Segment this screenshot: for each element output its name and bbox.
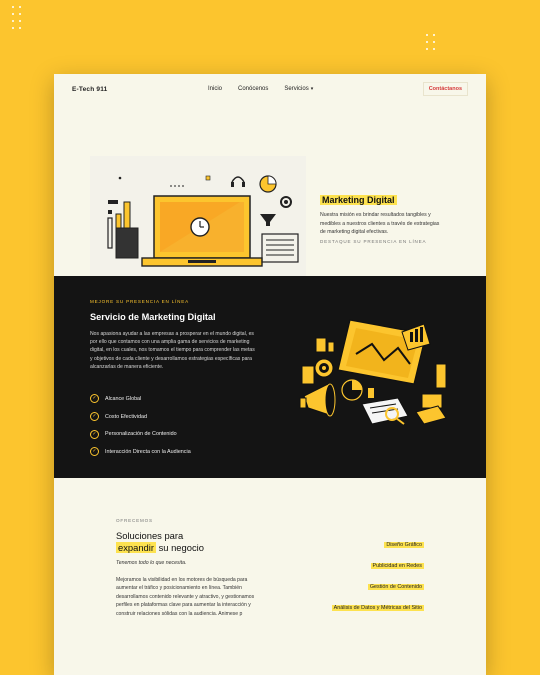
laptop-marketing-illustration: [90, 156, 306, 284]
marketing-isometric-illustration: [299, 319, 447, 425]
check-circle-icon: ✓: [90, 447, 99, 457]
hero-description: Nuestra misión es brindar resultados tan…: [320, 212, 440, 236]
nav-link-conocenos[interactable]: Conócenos: [238, 86, 268, 92]
feature-list: ✓ Alcance Global ✓ Costo Efectividad ✓ P…: [90, 390, 191, 461]
service-label: Gestión de Contenido: [367, 584, 424, 590]
check-circle-icon: ✓: [90, 429, 99, 439]
check-circle-icon: ✓: [90, 394, 99, 404]
feature-item: ✓ Alcance Global: [90, 390, 191, 408]
feature-item: ✓ Personalización de Contenido: [90, 425, 191, 443]
feature-item: ✓ Interacción Directa con la Audiencia: [90, 443, 191, 461]
service-label: Análisis de Datos y Métricas del Sitio: [331, 605, 424, 611]
feature-item: ✓ Costo Efectividad: [90, 408, 191, 426]
nav-link-servicios-label: Servicios: [284, 86, 309, 92]
feature-label: Personalización de Contenido: [105, 431, 177, 438]
service-item-gestion[interactable]: Gestión de Contenido: [332, 584, 424, 605]
check-circle-icon: ✓: [90, 412, 99, 422]
offer-title-rest: su negocio: [158, 542, 204, 553]
chevron-down-icon: ▾: [310, 86, 314, 92]
service-label: Publicidad en Redes: [370, 563, 424, 569]
hero-section: Marketing Digital Nuestra misión es brin…: [54, 104, 486, 284]
nav-links: Inicio Conócenos Servicios ▾: [208, 86, 313, 92]
offer-title: Soluciones para expandir su negocio: [116, 530, 204, 554]
brand-logo[interactable]: E-Tech 911: [72, 86, 107, 93]
top-navbar: E-Tech 911 Inicio Conócenos Servicios ▾ C…: [54, 74, 486, 104]
service-item-analisis[interactable]: Análisis de Datos y Métricas del Sitio: [331, 605, 424, 626]
nav-link-servicios[interactable]: Servicios ▾: [284, 86, 313, 92]
hero-kicker: Destaque su presencia en línea: [320, 238, 427, 244]
nav-link-inicio[interactable]: Inicio: [208, 86, 222, 92]
service-kicker: Mejore su presencia en línea: [90, 299, 189, 304]
decorative-dots-top-right: [426, 34, 448, 64]
service-label: Diseño Gráfico: [384, 542, 424, 548]
hero-text: Marketing Digital Nuestra misión es brin…: [320, 190, 444, 244]
offer-kicker: Ofrecemos: [116, 518, 153, 523]
offer-description: Mejoramos la visibilidad en los motores …: [116, 577, 255, 617]
website-page: E-Tech 911 Inicio Conócenos Servicios ▾ C…: [54, 74, 486, 675]
digital-marketing-service-section: Mejore su presencia en línea Servicio de…: [54, 276, 486, 478]
offer-quote: Tenemos todo lo que necesita.: [116, 560, 187, 566]
decorative-dots-top-left: [12, 6, 34, 36]
offer-title-line1: Soluciones para: [116, 530, 184, 541]
service-description: Nos apasiona ayudar a las empresas a pro…: [90, 331, 255, 370]
hero-title: Marketing Digital: [320, 195, 397, 205]
contact-button[interactable]: Contáctanos: [422, 82, 468, 96]
offer-section: Ofrecemos Soluciones para expandir su ne…: [54, 478, 486, 675]
feature-label: Costo Efectividad: [105, 413, 147, 420]
feature-label: Interacción Directa con la Audiencia: [105, 448, 191, 455]
service-item-diseno[interactable]: Diseño Gráfico: [332, 542, 424, 563]
service-item-publicidad[interactable]: Publicidad en Redes: [332, 563, 424, 584]
service-title: Servicio de Marketing Digital: [90, 312, 216, 322]
offer-title-highlight: expandir: [116, 542, 156, 553]
feature-label: Alcance Global: [105, 395, 142, 402]
services-list: Diseño Gráfico Publicidad en Redes Gesti…: [331, 542, 424, 626]
